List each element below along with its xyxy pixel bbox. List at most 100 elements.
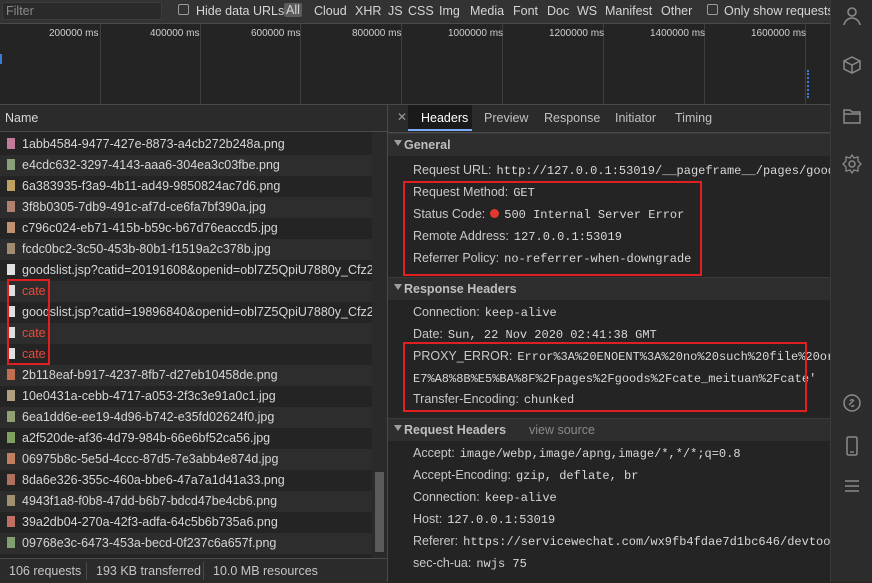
type-filter-img[interactable]: Img [439, 4, 460, 18]
request-row[interactable]: c796c024-eb71-415b-b59c-b67d76eaccd5.jpg [0, 218, 372, 239]
request-row[interactable]: cate [0, 323, 372, 344]
header-value[interactable]: E7%A8%8B%E5%BA%8F%2Fpages%2Fgoods%2Fcate… [413, 372, 816, 386]
tick-label: 800000 ms [352, 28, 402, 39]
header-value[interactable]: gzip, deflate, br [516, 469, 638, 483]
request-bar-marker [807, 70, 811, 98]
tick-label: 1400000 ms [650, 28, 706, 39]
document-file-icon [7, 348, 15, 359]
header-value[interactable]: Sun, 22 Nov 2020 02:41:38 GMT [448, 328, 657, 342]
request-row[interactable]: 3f8b0305-7db9-491c-af7d-ce6fa7bf390a.jpg [0, 197, 372, 218]
request-row[interactable]: a2f520de-af36-4d79-984b-66e6bf52ca56.jpg [0, 428, 372, 449]
request-name: e4cdc632-3297-4143-aaa6-304ea3c03fbe.png [22, 158, 280, 172]
header-value[interactable]: Error%3A%20ENOENT%3A%20no%20such%20file%… [517, 350, 830, 364]
type-filter-media[interactable]: Media [470, 4, 504, 18]
tab-timing[interactable]: Timing [675, 111, 712, 125]
tab-preview[interactable]: Preview [484, 111, 528, 125]
header-value[interactable]: keep-alive [485, 306, 557, 320]
network-status-bar: 106 requests 193 KB transferred 10.0 MB … [0, 558, 387, 583]
user-icon[interactable] [842, 6, 862, 26]
tab-response[interactable]: Response [544, 111, 600, 125]
request-name: 6ea1dd6e-ee19-4d96-b742-e35fd02624f0.jpg [22, 410, 275, 424]
filter-input[interactable] [2, 2, 162, 20]
type-filter-js[interactable]: JS [388, 4, 403, 18]
header-value[interactable]: chunked [524, 393, 574, 407]
request-row[interactable]: 6a383935-f3a9-4b11-ad49-9850824ac7d6.png [0, 176, 372, 197]
type-filter-ws[interactable]: WS [577, 4, 597, 18]
hide-data-urls-label[interactable]: Hide data URLs [196, 4, 284, 18]
image-file-icon [7, 390, 15, 401]
type-filter-manifest[interactable]: Manifest [605, 4, 652, 18]
expand-arrow-icon [394, 425, 402, 431]
menu-icon[interactable] [842, 476, 862, 496]
type-filter-xhr[interactable]: XHR [355, 4, 381, 18]
request-row[interactable]: 8da6e326-355c-460a-bbe6-47a7a1d41a33.png [0, 470, 372, 491]
type-filter-css[interactable]: CSS [408, 4, 434, 18]
response-headers-section-header[interactable]: Response Headers [388, 277, 830, 300]
type-filter-other[interactable]: Other [661, 4, 692, 18]
type-filter-doc[interactable]: Doc [547, 4, 569, 18]
request-name: cate [22, 347, 46, 361]
tick-label: 400000 ms [150, 28, 200, 39]
header-value[interactable]: 127.0.0.1:53019 [447, 513, 555, 527]
request-row[interactable]: 39a2db04-270a-42f3-adfa-64c5b6b735a6.png [0, 512, 372, 533]
header-value[interactable]: no-referrer-when-downgrade [504, 252, 691, 266]
tab-headers[interactable]: Headers [421, 111, 468, 125]
request-row[interactable]: 4943f1a8-f0b8-47dd-b6b7-bdcd47be4cb6.png [0, 491, 372, 512]
header-value[interactable]: image/webp,image/apng,image/*,*/*;q=0.8 [460, 447, 741, 461]
request-row[interactable]: cate [0, 281, 372, 302]
image-file-icon [7, 201, 15, 212]
section-title: Request Headers [404, 423, 507, 437]
only-show-requests-checkbox[interactable] [707, 4, 718, 15]
link-icon[interactable] [842, 393, 862, 413]
header-value[interactable]: http://127.0.0.1:53019/__pageframe__/pag… [497, 164, 830, 178]
header-value[interactable]: nwjs 75 [476, 557, 526, 571]
phone-icon[interactable] [842, 436, 862, 456]
request-name: cate [22, 284, 46, 298]
request-headers-section-header[interactable]: Request Headers view source [388, 418, 830, 441]
request-list-scrollbar[interactable] [372, 132, 387, 558]
document-file-icon [7, 264, 15, 275]
transferred-size: 193 KB transferred [96, 564, 201, 578]
request-row[interactable]: 09768e3c-6473-453a-becd-0f237c6a657f.png [0, 533, 372, 554]
only-show-requests-label[interactable]: Only show requests [724, 4, 834, 18]
request-name: cate [22, 326, 46, 340]
header-key: sec-ch-ua: [413, 556, 472, 570]
header-value[interactable]: 127.0.0.1:53019 [514, 230, 622, 244]
folder-icon[interactable] [842, 106, 862, 126]
request-row[interactable]: fcdc0bc2-3c50-453b-80b1-f1519a2c378b.jpg [0, 239, 372, 260]
header-value[interactable]: 500 Internal Server Error [504, 208, 684, 222]
request-row[interactable]: 1abb4584-9477-427e-8873-a4cb272b248a.png [0, 134, 372, 155]
overview-timeline[interactable]: 200000 ms 400000 ms 600000 ms 800000 ms … [0, 24, 830, 105]
hide-data-urls-checkbox[interactable] [178, 4, 189, 15]
header-value[interactable]: keep-alive [485, 491, 557, 505]
tab-initiator[interactable]: Initiator [615, 111, 656, 125]
request-row[interactable]: 2b118eaf-b917-4237-8fb7-d27eb10458de.png [0, 365, 372, 386]
header-value[interactable]: https://servicewechat.com/wx9fb4fdae7d1b… [463, 535, 830, 549]
type-filter-font[interactable]: Font [513, 4, 538, 18]
general-section-header[interactable]: General [388, 133, 830, 156]
header-row-transfer-encoding: Transfer-Encoding: chunked [413, 392, 574, 407]
type-filter-all[interactable]: All [284, 3, 302, 17]
close-icon[interactable]: ✕ [397, 110, 407, 124]
header-key: PROXY_ERROR: [413, 349, 513, 363]
name-column-header[interactable]: Name [5, 111, 38, 125]
type-filter-cloud[interactable]: Cloud [314, 4, 347, 18]
header-value[interactable]: GET [513, 186, 535, 200]
header-key: Accept-Encoding: [413, 468, 511, 482]
tick-label: 200000 ms [49, 28, 99, 39]
request-row[interactable]: goodslist.jsp?catid=19896840&openid=obl7… [0, 302, 372, 323]
request-row[interactable]: cate [0, 344, 372, 365]
tick-gridline [100, 24, 101, 104]
cube-icon[interactable] [842, 55, 862, 75]
header-key: Transfer-Encoding: [413, 392, 519, 406]
request-row[interactable]: 6ea1dd6e-ee19-4d96-b742-e35fd02624f0.jpg [0, 407, 372, 428]
request-row[interactable]: 06975b8c-5e5d-4ccc-87d5-7e3abb4e874d.jpg [0, 449, 372, 470]
view-source-link[interactable]: view source [529, 423, 595, 437]
active-tab-indicator [408, 129, 472, 131]
request-row[interactable]: 10e0431a-cebb-4717-a053-2f3c3e91a0c1.jpg [0, 386, 372, 407]
scrollbar-thumb[interactable] [375, 472, 384, 552]
request-row[interactable]: e4cdc632-3297-4143-aaa6-304ea3c03fbe.png [0, 155, 372, 176]
tick-label: 1000000 ms [448, 28, 504, 39]
request-row[interactable]: goodslist.jsp?catid=20191608&openid=obl7… [0, 260, 372, 281]
gear-icon[interactable] [842, 153, 862, 175]
